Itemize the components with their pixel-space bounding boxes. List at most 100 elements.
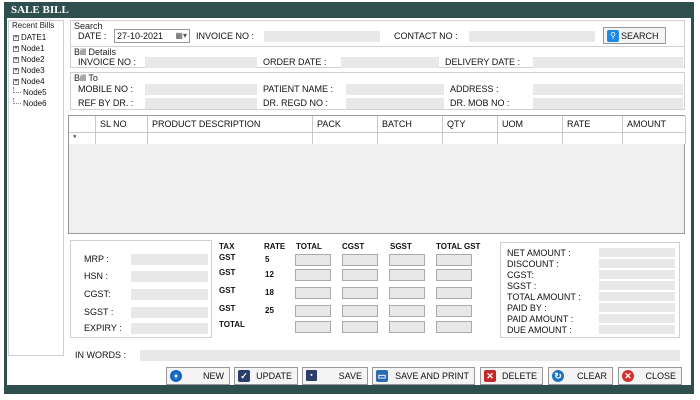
- regd-input[interactable]: [346, 98, 444, 109]
- close-button[interactable]: ✕ CLOSE: [618, 367, 682, 385]
- grid-new-row-cell[interactable]: [378, 132, 443, 144]
- grid-new-row-cell[interactable]: [148, 132, 313, 144]
- summary-label: DISCOUNT :: [507, 259, 559, 269]
- tax-name: GST: [219, 253, 236, 262]
- grid-column-header[interactable]: PRODUCT DESCRIPTION: [148, 116, 313, 132]
- calendar-icon[interactable]: ▦▾: [175, 31, 187, 40]
- grid-new-row-cell[interactable]: [443, 132, 498, 144]
- ref-by-input[interactable]: [145, 98, 257, 109]
- recent-bill-node[interactable]: Node5: [13, 87, 47, 98]
- tax-sgst-field[interactable]: [389, 254, 425, 266]
- search-button-label: SEARCH: [621, 31, 659, 41]
- grid-new-row-cell[interactable]: [96, 132, 148, 144]
- product-grid[interactable]: * SL NO PRODUCT DESCRIPTION PACK BATCH QTY UOM…: [68, 115, 686, 234]
- address-input[interactable]: [533, 84, 683, 95]
- tax-header-total-gst: TOTAL GST: [436, 242, 481, 251]
- tax-total-gst-field[interactable]: [436, 254, 472, 266]
- summary-group: NET AMOUNT : DISCOUNT : CGST: SGST : TOTAL A…: [500, 242, 680, 338]
- mrp-input[interactable]: [131, 254, 208, 265]
- search-invoice-input[interactable]: [264, 31, 380, 42]
- tax-total-field[interactable]: [295, 321, 331, 333]
- recent-bill-node[interactable]: + DATE1: [13, 32, 47, 43]
- expiry-input[interactable]: [131, 323, 208, 334]
- invoice-input[interactable]: [145, 57, 257, 68]
- grid-new-row-cell[interactable]: [563, 132, 623, 144]
- check-icon: ✓: [238, 370, 250, 382]
- tax-sgst-field[interactable]: [389, 269, 425, 281]
- summary-field[interactable]: [599, 292, 675, 301]
- hsn-input[interactable]: [131, 271, 208, 282]
- tax-header-rate: RATE: [264, 242, 286, 251]
- tax-total-gst-field[interactable]: [436, 287, 472, 299]
- recent-bill-node[interactable]: Node6: [13, 98, 47, 109]
- tax-total-gst-field[interactable]: [436, 269, 472, 281]
- update-button[interactable]: ✓ UPDATE: [234, 367, 298, 385]
- tax-total-field[interactable]: [295, 287, 331, 299]
- date-picker[interactable]: 27-10-2021 ▦▾: [114, 29, 190, 43]
- delete-button[interactable]: ✕ DELETE: [480, 367, 543, 385]
- mobile-input[interactable]: [145, 84, 257, 95]
- summary-field[interactable]: [599, 281, 675, 290]
- recent-bill-node[interactable]: + Node4: [13, 76, 47, 87]
- search-group-title: Search: [74, 21, 103, 31]
- save-print-button[interactable]: ▭ SAVE AND PRINT: [372, 367, 475, 385]
- tax-total-field[interactable]: [295, 269, 331, 281]
- date-value: 27-10-2021: [117, 31, 164, 41]
- summary-label: DUE AMOUNT :: [507, 325, 572, 335]
- recent-bill-label: Node4: [21, 77, 45, 86]
- grid-column-header[interactable]: PACK: [313, 116, 378, 132]
- expand-icon[interactable]: +: [13, 56, 19, 63]
- expand-icon[interactable]: +: [13, 45, 19, 52]
- grid-column-header[interactable]: BATCH: [378, 116, 443, 132]
- recent-bill-node[interactable]: + Node3: [13, 65, 47, 76]
- clear-button[interactable]: ↻ CLEAR: [548, 367, 613, 385]
- tax-cgst-field[interactable]: [342, 254, 378, 266]
- patient-input[interactable]: [346, 84, 444, 95]
- summary-field[interactable]: [599, 325, 675, 334]
- tax-cgst-field[interactable]: [342, 305, 378, 317]
- new-button[interactable]: + NEW: [166, 367, 230, 385]
- summary-field[interactable]: [599, 248, 675, 257]
- in-words-input[interactable]: [140, 350, 680, 361]
- sgst-info-input[interactable]: [131, 307, 208, 318]
- tax-total-gst-field[interactable]: [436, 321, 472, 333]
- tax-cgst-field[interactable]: [342, 269, 378, 281]
- expand-icon[interactable]: +: [13, 78, 19, 85]
- dr-mob-input[interactable]: [533, 98, 683, 109]
- recent-bill-node[interactable]: + Node1: [13, 43, 47, 54]
- tax-sgst-field[interactable]: [389, 321, 425, 333]
- tax-sgst-field[interactable]: [389, 287, 425, 299]
- tax-cgst-field[interactable]: [342, 321, 378, 333]
- grid-new-row-cell[interactable]: [623, 132, 686, 144]
- search-button[interactable]: ⚲ SEARCH: [603, 27, 666, 44]
- grid-new-row-cell[interactable]: [498, 132, 563, 144]
- grid-new-row-cell[interactable]: [313, 132, 378, 144]
- tree-line-icon: [13, 87, 21, 93]
- delivery-date-input[interactable]: [533, 57, 683, 68]
- summary-field[interactable]: [599, 303, 675, 312]
- expand-icon[interactable]: +: [13, 34, 19, 41]
- summary-field[interactable]: [599, 270, 675, 279]
- grid-column-header[interactable]: SL NO: [96, 116, 148, 132]
- tax-cgst-field[interactable]: [342, 287, 378, 299]
- summary-label: SGST :: [507, 281, 537, 291]
- summary-field[interactable]: [599, 314, 675, 323]
- grid-column-header[interactable]: QTY: [443, 116, 498, 132]
- tax-sgst-field[interactable]: [389, 305, 425, 317]
- tax-rate: 5: [265, 255, 270, 264]
- grid-column-header[interactable]: AMOUNT: [623, 116, 686, 132]
- grid-column-header[interactable]: RATE: [563, 116, 623, 132]
- recent-bill-node[interactable]: + Node2: [13, 54, 47, 65]
- save-button[interactable]: ▪ SAVE: [302, 367, 368, 385]
- tax-total-gst-field[interactable]: [436, 305, 472, 317]
- tax-total-field[interactable]: [295, 254, 331, 266]
- order-date-input[interactable]: [341, 57, 439, 68]
- cgst-info-input[interactable]: [131, 289, 208, 300]
- contact-input[interactable]: [469, 31, 595, 42]
- tax-total-field[interactable]: [295, 305, 331, 317]
- floppy-icon: ▪: [306, 370, 317, 381]
- expand-icon[interactable]: +: [13, 67, 19, 74]
- summary-field[interactable]: [599, 259, 675, 268]
- expiry-label: EXPIRY :: [84, 323, 122, 333]
- grid-column-header[interactable]: UOM: [498, 116, 563, 132]
